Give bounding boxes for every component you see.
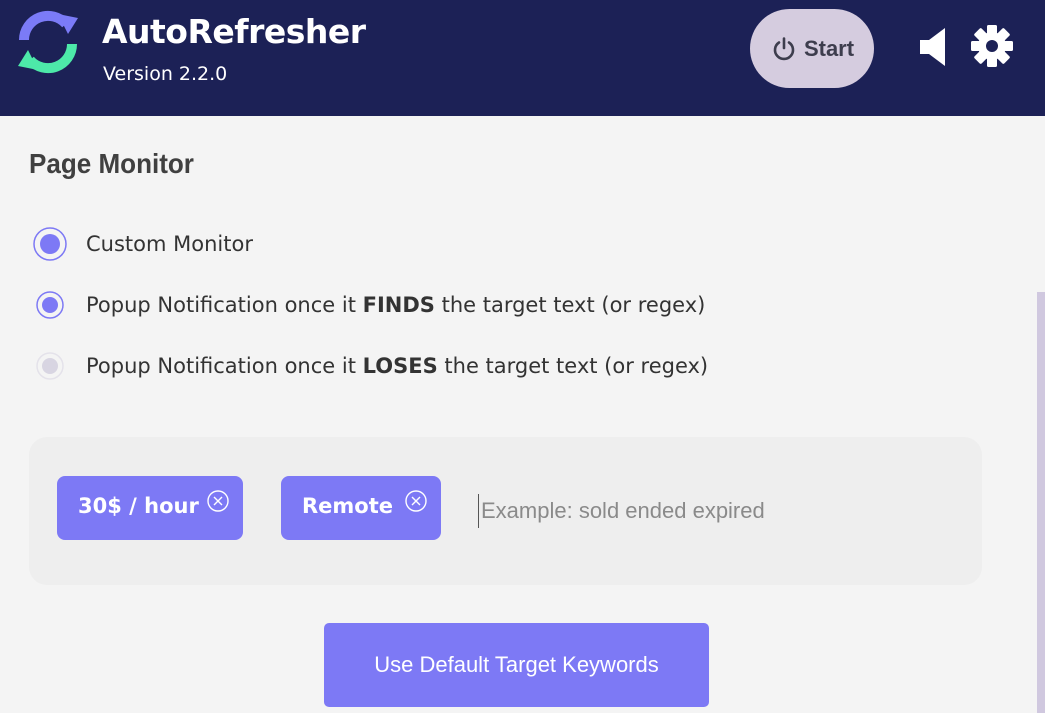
power-icon <box>770 35 798 63</box>
use-default-keywords-button[interactable]: Use Default Target Keywords <box>324 623 709 707</box>
keyword-tag-label: 30$ / hour <box>78 494 199 518</box>
refresh-logo-icon <box>16 10 80 74</box>
radio-label-loses-keyword: LOSES <box>362 354 438 378</box>
radio-option-loses[interactable]: Popup Notification once it LOSES the tar… <box>33 349 708 383</box>
radio-disabled-icon[interactable] <box>33 349 67 383</box>
radio-label-custom-monitor: Custom Monitor <box>86 232 253 256</box>
app-header: AutoRefresher Version 2.2.0 Start <box>0 0 1045 116</box>
section-title-page-monitor: Page Monitor <box>29 148 194 179</box>
radio-label-loses-suffix: the target text (or regex) <box>437 354 709 378</box>
keyword-tag: Remote <box>281 476 441 540</box>
radio-option-custom-monitor[interactable]: Custom Monitor <box>33 227 253 261</box>
scrollbar-thumb[interactable] <box>1037 292 1045 713</box>
radio-option-finds[interactable]: Popup Notification once it FINDS the tar… <box>33 288 705 322</box>
speaker-icon[interactable] <box>918 27 948 67</box>
radio-label-finds-suffix: the target text (or regex) <box>434 293 706 317</box>
radio-label-loses-prefix: Popup Notification once it <box>86 354 363 378</box>
remove-tag-icon[interactable] <box>404 489 428 513</box>
app-title: AutoRefresher <box>102 12 366 51</box>
keyword-input[interactable] <box>478 494 961 528</box>
keyword-tag: 30$ / hour <box>57 476 243 540</box>
radio-label-finds-keyword: FINDS <box>362 293 435 317</box>
start-button-label: Start <box>803 35 855 61</box>
app-version: Version 2.2.0 <box>103 63 228 85</box>
radio-label-finds-prefix: Popup Notification once it <box>86 293 363 317</box>
radio-selected-icon[interactable] <box>33 227 67 261</box>
gear-icon[interactable] <box>970 24 1014 68</box>
radio-selected-icon[interactable] <box>33 288 67 322</box>
keyword-tag-label: Remote <box>302 494 394 518</box>
start-button[interactable]: Start <box>750 9 874 88</box>
remove-tag-icon[interactable] <box>206 489 230 513</box>
